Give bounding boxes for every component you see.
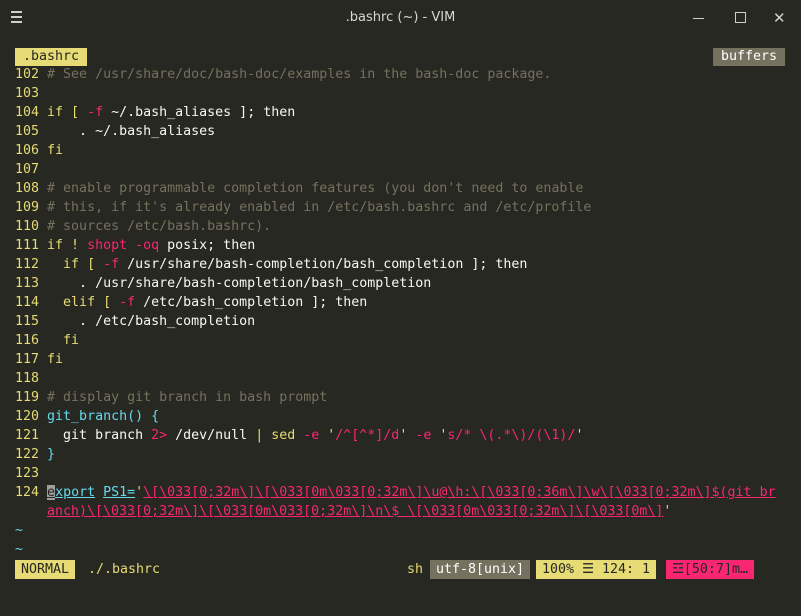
minimize-button[interactable] xyxy=(685,6,713,30)
code-line: 123 xyxy=(15,466,40,481)
code-line: 122 } xyxy=(15,447,56,462)
minimize-icon xyxy=(693,18,704,19)
maximize-button[interactable] xyxy=(727,6,755,30)
filetype-indicator: sh xyxy=(407,562,424,577)
code-line: 115 . /etc/bash_completion xyxy=(15,314,256,329)
code-line: 103 xyxy=(15,86,40,101)
code-line: 119 # display git branch in bash prompt xyxy=(15,390,328,405)
code-line: 112 if [ -f /usr/share/bash-completion/b… xyxy=(15,257,528,272)
code-line-current: 124 export PS1='\[\033[0;32m\]\[\033[0m\… xyxy=(15,485,776,500)
code-line: 104 if [ -f ~/.bash_aliases ]; then xyxy=(15,105,296,120)
statusline: NORMAL ./.bashrc sh utf-8[unix] 100% ☰ 1… xyxy=(15,560,767,579)
code-line: 114 elif [ -f /etc/bash_completion ]; th… xyxy=(15,295,368,310)
code-line: 110 # sources /etc/bash.bashrc). xyxy=(15,219,272,234)
buffer-tab-bashrc[interactable]: .bashrc xyxy=(15,48,88,66)
text-cursor: e xyxy=(47,485,56,500)
cursor-position: 100% ☰ 124: 1 xyxy=(536,560,656,579)
code-line: 113 . /usr/share/bash-completion/bash_co… xyxy=(15,276,432,291)
empty-line-marker: ~ xyxy=(15,542,24,557)
code-line: 117 fi xyxy=(15,352,64,367)
window-title: .bashrc (~) - VIM xyxy=(345,10,456,25)
code-line: 109 # this, if it's already enabled in /… xyxy=(15,200,592,215)
close-button[interactable]: ✕ xyxy=(766,6,794,30)
whitespace-warning: ☲[50:7]m… xyxy=(666,560,754,579)
empty-line-marker: ~ xyxy=(15,523,24,538)
status-filename: ./.bashrc xyxy=(88,562,161,577)
titlebar: .bashrc (~) - VIM ✕ xyxy=(0,0,801,36)
code-line: 120 git_branch() { xyxy=(15,409,160,424)
code-line: 116 fi xyxy=(15,333,80,348)
code-line: 107 xyxy=(15,162,40,177)
code-line: 121 git branch 2> /dev/null | sed -e '/^… xyxy=(15,428,584,443)
maximize-icon xyxy=(735,12,746,23)
editor-area[interactable]: .bashrc buffers 102 # See /usr/share/doc… xyxy=(15,46,785,586)
code-line: 106 fi xyxy=(15,143,64,158)
code-line-wrapped: anch)\[\033[0;32m\]\[\033[0m\033[0;32m\]… xyxy=(47,504,672,519)
close-icon: ✕ xyxy=(773,9,786,27)
code-line: 118 xyxy=(15,371,40,386)
mode-indicator: NORMAL xyxy=(15,560,76,579)
code-line: 108 # enable programmable completion fea… xyxy=(15,181,584,196)
code-line: 102 # See /usr/share/doc/bash-doc/exampl… xyxy=(15,67,552,82)
code-line: 111 if ! shopt -oq posix; then xyxy=(15,238,256,253)
encoding-indicator: utf-8[unix] xyxy=(430,560,531,579)
code-line: 105 . ~/.bash_aliases xyxy=(15,124,216,139)
buffers-indicator: buffers xyxy=(712,48,785,66)
vim-window: .bashrc (~) - VIM ✕ .bashrc buffers 102 … xyxy=(0,0,801,616)
